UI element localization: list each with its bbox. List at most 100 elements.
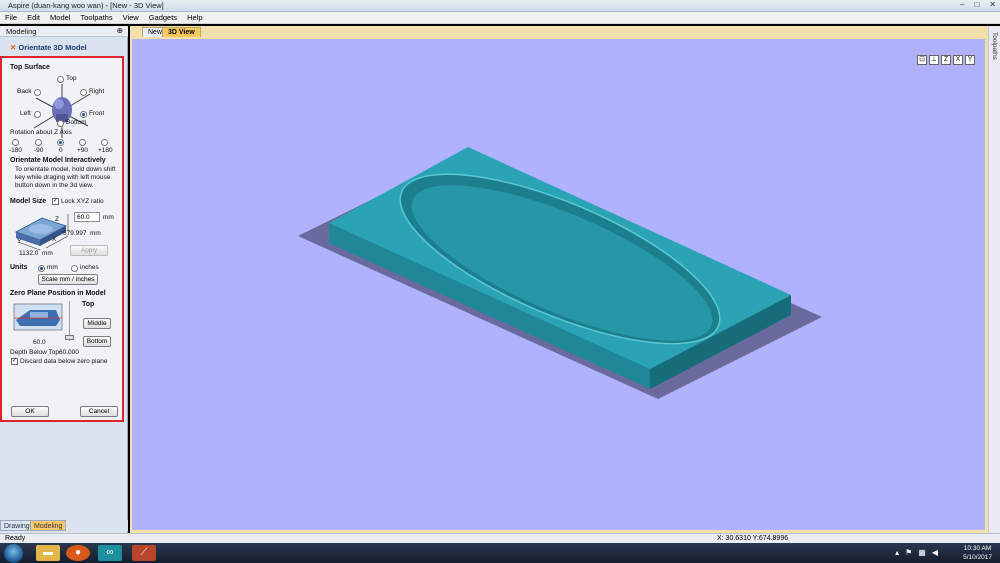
menu-file[interactable]: File	[5, 13, 17, 22]
scale-units-button[interactable]: Scale mm / inches	[38, 274, 98, 285]
maximize-icon[interactable]: □	[974, 0, 979, 9]
surface-front-label: Front	[89, 110, 105, 117]
lock-ratio-label: Lock XYZ ratio	[61, 198, 104, 205]
menu-help[interactable]: Help	[187, 13, 202, 22]
y-unit-label: mm	[42, 250, 53, 257]
z-size-input[interactable]: 60.0	[74, 212, 100, 222]
tab-drawing[interactable]: Drawing	[0, 520, 34, 531]
panel-title-bar: Modeling ⊕	[0, 26, 128, 37]
surface-top-radio[interactable]	[57, 76, 64, 83]
zero-middle-button[interactable]: Middle	[83, 318, 111, 329]
3d-viewport[interactable]: ⊡ ⟂ Z X Y	[132, 39, 985, 530]
menu-edit[interactable]: Edit	[27, 13, 40, 22]
surface-right-label: Right	[89, 88, 105, 95]
menu-view[interactable]: View	[123, 13, 139, 22]
zero-plane-value: 60.0	[33, 339, 46, 346]
ok-button[interactable]: OK	[11, 406, 49, 417]
toolpaths-side-label: Toolpaths	[991, 32, 998, 60]
rotation-plus90-label: +90	[77, 147, 89, 154]
surface-left-radio[interactable]	[34, 111, 41, 118]
x-size-value: 579.997	[63, 230, 87, 237]
interactive-text-1: To orientate model, hold down shift	[15, 166, 116, 173]
model-size-diagram	[14, 214, 69, 251]
surface-back-radio[interactable]	[34, 89, 41, 96]
depth-below-top-value: 60.000	[59, 349, 79, 356]
depth-below-top-label: Depth Below Top:	[10, 349, 61, 356]
menu-gadgets[interactable]: Gadgets	[149, 13, 177, 22]
rotation-plus180-label: +180	[98, 147, 113, 154]
close-icon[interactable]: ✕	[989, 0, 996, 9]
zero-plane-diagram	[13, 303, 63, 331]
tray-arrow-icon[interactable]: ▴	[895, 548, 899, 557]
surface-bottom-label: Bottom	[66, 119, 87, 126]
rotation-0-radio[interactable]	[57, 139, 64, 146]
interactive-text-3: button down in the 3d view.	[15, 182, 94, 189]
zero-plane-slider-thumb[interactable]	[65, 335, 74, 340]
menu-toolpaths[interactable]: Toolpaths	[80, 13, 112, 22]
tray-flag-icon[interactable]: ⚑	[905, 548, 912, 557]
units-inches-radio[interactable]	[71, 265, 78, 272]
minimize-icon[interactable]: –	[960, 0, 964, 9]
tray-network-icon[interactable]: ▦	[918, 548, 926, 557]
lock-ratio-checkbox[interactable]: ✓	[52, 198, 59, 205]
menu-bar: File Edit Model Toolpaths View Gadgets H…	[0, 12, 1000, 24]
surface-left-label: Left	[20, 110, 31, 117]
bottom-tabs: Drawing Modeling	[0, 520, 128, 531]
menu-model[interactable]: Model	[50, 13, 70, 22]
title-bar: Aspire (duan-kang woo wan) - [New - 3D V…	[0, 0, 1000, 12]
rotation-plus90-radio[interactable]	[79, 139, 86, 146]
surface-back-label: Back	[17, 88, 32, 95]
surface-front-radio[interactable]	[80, 111, 87, 118]
units-heading: Units	[10, 264, 28, 271]
rotation-0-label: 0	[59, 147, 63, 154]
discard-below-checkbox[interactable]: ✓	[11, 358, 18, 365]
units-mm-radio[interactable]	[38, 265, 45, 272]
rotation-plus180-radio[interactable]	[101, 139, 108, 146]
discard-below-label: Discard data below zero plane	[20, 358, 108, 365]
units-mm-label: mm	[47, 264, 58, 271]
aspire-icon[interactable]: ⟋	[132, 545, 156, 561]
firefox-icon[interactable]: ●	[66, 545, 90, 561]
axis-z-label: Z	[55, 216, 59, 223]
z-unit-label: mm	[103, 214, 114, 221]
arduino-icon[interactable]: ∞	[98, 545, 122, 561]
system-tray: ▴ ⚑ ▦ ◀	[895, 548, 938, 557]
rotation-minus180-label: -180	[9, 147, 23, 154]
x-unit-label: mm	[90, 230, 101, 237]
top-surface-heading: Top Surface	[10, 64, 50, 71]
surface-bottom-radio[interactable]	[57, 120, 64, 127]
apply-button[interactable]: Apply	[70, 245, 108, 256]
modeling-panel: Modeling ⊕ ✕ Orientate 3D Model Top Surf…	[0, 26, 128, 533]
axis-y-label: Y	[17, 238, 22, 245]
toolpaths-side-tab[interactable]: Toolpaths	[988, 26, 1000, 533]
y-size-value: 1132.0	[19, 250, 39, 257]
form-title-text: Orientate 3D Model	[18, 43, 87, 52]
rotation-minus180-radio[interactable]	[12, 139, 19, 146]
tab-3d-view[interactable]: 3D View	[162, 27, 201, 37]
window-controls: – □ ✕	[960, 0, 996, 9]
clock-time: 10:30 AM	[963, 545, 992, 552]
zero-plane-heading: Zero Plane Position in Model	[10, 290, 106, 297]
tab-modeling[interactable]: Modeling	[30, 520, 67, 531]
status-bar: Ready X: 30.6310 Y:674.8996	[0, 533, 1000, 543]
clock[interactable]: 10:30 AM 5/10/2017	[963, 544, 992, 562]
surface-right-radio[interactable]	[80, 89, 87, 96]
cancel-button[interactable]: Cancel	[80, 406, 118, 417]
pin-icon[interactable]: ⊕	[117, 26, 123, 35]
start-button[interactable]	[4, 544, 23, 563]
surface-top-label: Top	[66, 75, 77, 82]
units-inches-label: inches	[80, 264, 99, 271]
window-title: Aspire (duan-kang woo wan) - [New - 3D V…	[8, 1, 164, 10]
3d-model	[298, 147, 822, 399]
rotation-minus90-radio[interactable]	[35, 139, 42, 146]
model-size-heading: Model Size	[10, 198, 47, 205]
status-ready: Ready	[5, 535, 26, 542]
tray-volume-icon[interactable]: ◀	[932, 548, 938, 557]
orientate-form-highlight: Top Surface Top Back Right Left Front Bo…	[0, 56, 124, 422]
clock-date: 5/10/2017	[963, 554, 992, 561]
interactive-text-2: key while draging with left mouse	[15, 174, 111, 181]
view-area: New 3D View ⊡ ⟂ Z X Y	[130, 26, 988, 533]
zero-bottom-button[interactable]: Bottom	[83, 336, 111, 347]
explorer-icon[interactable]: ▬	[36, 545, 60, 561]
rotation-heading: Rotation about Z Axis	[10, 129, 72, 136]
